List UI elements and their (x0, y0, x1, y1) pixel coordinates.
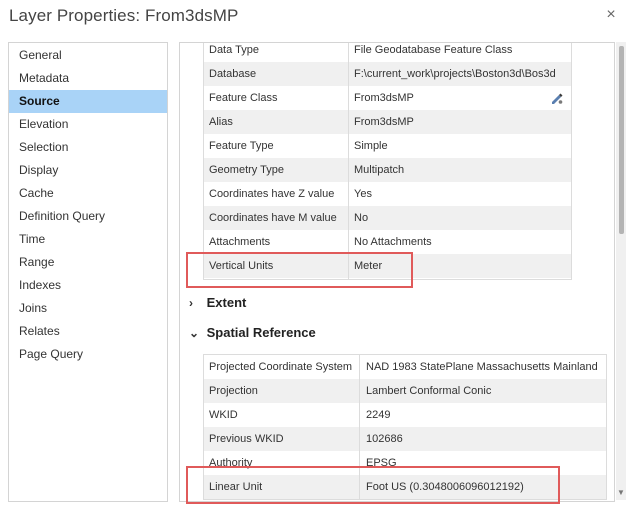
nav-item-definition-query[interactable]: Definition Query (9, 205, 167, 228)
property-key: WKID (209, 409, 238, 421)
highlight-box-vertical-units (186, 252, 413, 288)
nav-item-joins[interactable]: Joins (9, 297, 167, 320)
property-key: Attachments (209, 236, 271, 248)
scrollbar-thumb[interactable] (619, 46, 624, 234)
property-value: No (354, 212, 369, 224)
table-row: Coordinates have Z value Yes (204, 182, 571, 206)
table-row: Attachments No Attachments (204, 230, 571, 254)
section-spatial-reference-label: Spatial Reference (206, 325, 316, 340)
property-key: Data Type (209, 44, 259, 56)
property-key: Feature Type (209, 140, 274, 152)
property-key: Coordinates have Z value (209, 188, 335, 200)
property-value: File Geodatabase Feature Class (354, 44, 513, 56)
column-divider (348, 43, 349, 279)
table-row: Data Type File Geodatabase Feature Class (204, 43, 571, 62)
property-key: Projected Coordinate System (209, 361, 353, 373)
nav-item-indexes[interactable]: Indexes (9, 274, 167, 297)
property-key: Previous WKID (209, 433, 284, 445)
nav-item-time[interactable]: Time (9, 228, 167, 251)
property-key: Feature Class (209, 92, 278, 104)
nav-item-elevation[interactable]: Elevation (9, 113, 167, 136)
property-value: Multipatch (354, 164, 405, 176)
property-value: From3dsMP (354, 92, 414, 104)
nav-item-general[interactable]: General (9, 44, 167, 67)
property-key: Database (209, 68, 257, 80)
chevron-down-icon[interactable]: ⌄ (189, 326, 203, 340)
property-value: From3dsMP (354, 116, 414, 128)
table-row: Feature Class From3dsMP (204, 86, 571, 110)
table-row: Database F:\current_work\projects\Boston… (204, 62, 571, 86)
nav-item-page-query[interactable]: Page Query (9, 343, 167, 366)
property-key: Geometry Type (209, 164, 284, 176)
nav-item-cache[interactable]: Cache (9, 182, 167, 205)
property-value: NAD 1983 StatePlane Massachusetts Mainla… (366, 361, 598, 373)
nav-item-metadata[interactable]: Metadata (9, 67, 167, 90)
table-row: Projection Lambert Conformal Conic (204, 379, 606, 403)
property-key: Coordinates have M value (209, 212, 337, 224)
property-value: Lambert Conformal Conic (366, 385, 492, 397)
data-source-grid: Data Type File Geodatabase Feature Class… (204, 43, 571, 279)
table-row: Alias From3dsMP (204, 110, 571, 134)
close-icon[interactable]: × (604, 7, 618, 23)
table-row: Previous WKID 102686 (204, 427, 606, 451)
property-value: 102686 (366, 433, 403, 445)
edit-data-source-icon[interactable] (550, 91, 564, 105)
nav-item-source[interactable]: Source (9, 90, 167, 113)
section-extent[interactable]: › Extent (189, 295, 246, 310)
nav-item-display[interactable]: Display (9, 159, 167, 182)
table-row: Projected Coordinate System NAD 1983 Sta… (204, 355, 606, 379)
highlight-box-linear-unit (186, 466, 560, 504)
table-row: WKID 2249 (204, 403, 606, 427)
section-spatial-reference[interactable]: ⌄ Spatial Reference (189, 325, 316, 340)
nav-item-range[interactable]: Range (9, 251, 167, 274)
chevron-right-icon[interactable]: › (189, 296, 203, 310)
property-value: Yes (354, 188, 372, 200)
table-row: Feature Type Simple (204, 134, 571, 158)
nav-item-relates[interactable]: Relates (9, 320, 167, 343)
property-value: No Attachments (354, 236, 432, 248)
property-value: F:\current_work\projects\Boston3d\Bos3d (354, 68, 556, 80)
nav-item-selection[interactable]: Selection (9, 136, 167, 159)
property-key: Alias (209, 116, 233, 128)
scroll-down-arrow-icon[interactable]: ▼ (617, 488, 625, 497)
table-row: Geometry Type Multipatch (204, 158, 571, 182)
section-extent-label: Extent (206, 295, 247, 310)
property-value: Simple (354, 140, 388, 152)
window-title: Layer Properties: From3dsMP (9, 6, 239, 25)
table-row: Coordinates have M value No (204, 206, 571, 230)
property-value: 2249 (366, 409, 391, 421)
property-key: Projection (209, 385, 258, 397)
nav-panel: General Metadata Source Elevation Select… (8, 42, 168, 502)
